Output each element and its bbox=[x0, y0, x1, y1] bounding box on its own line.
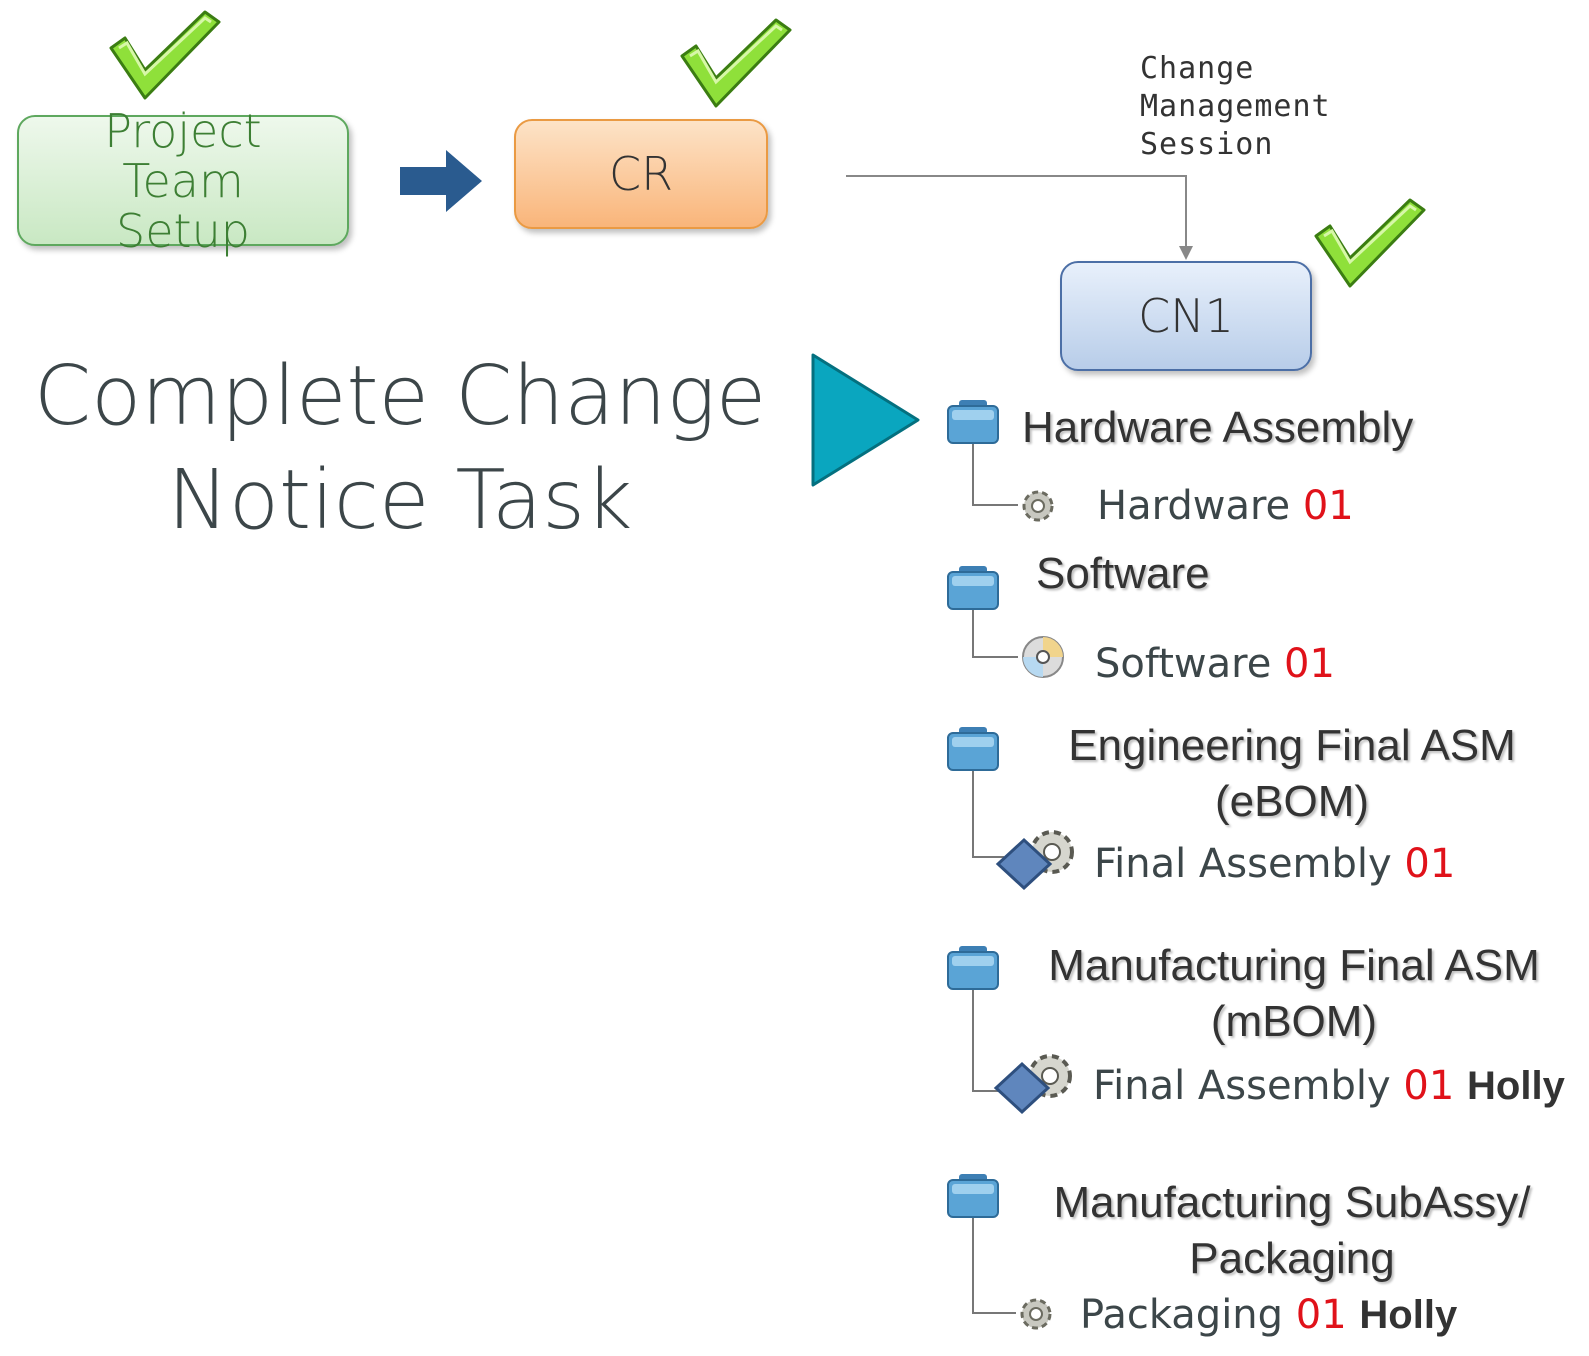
item-name: Software bbox=[1095, 641, 1272, 687]
tree-connector bbox=[972, 1218, 1016, 1314]
tree-item-label: Packaging 01 Holly bbox=[1080, 1291, 1457, 1339]
gear-icon bbox=[1022, 490, 1054, 522]
check-icon bbox=[1314, 198, 1426, 288]
assembly-icon bbox=[993, 1054, 1072, 1115]
tree-group-label: Software bbox=[1036, 549, 1210, 598]
item-revision: 01 bbox=[1403, 1063, 1455, 1109]
check-icon bbox=[680, 18, 792, 108]
tree-item-label: Software 01 bbox=[1095, 640, 1335, 688]
tree-connector bbox=[972, 610, 1018, 658]
item-revision: 01 bbox=[1404, 841, 1456, 887]
cn1-label: CN1 bbox=[1138, 289, 1234, 343]
check-icon bbox=[109, 10, 221, 100]
right-arrow-icon bbox=[400, 150, 482, 212]
item-name: Final Assembly bbox=[1093, 1063, 1391, 1109]
folder-icon bbox=[947, 727, 999, 771]
tree-item-label: Final Assembly 01 bbox=[1094, 840, 1455, 888]
item-name: Final Assembly bbox=[1094, 841, 1392, 887]
disc-icon bbox=[1022, 636, 1064, 678]
tree-group-label: Manufacturing Final ASM (mBOM) bbox=[1048, 941, 1540, 1046]
item-owner: Holly bbox=[1467, 1064, 1565, 1108]
connector-line bbox=[846, 175, 1193, 260]
task-title: Complete Change Notice Task bbox=[33, 349, 767, 548]
item-revision: 01 bbox=[1295, 1292, 1347, 1338]
play-icon bbox=[811, 353, 920, 487]
tree-group-label: Manufacturing SubAssy/ Packaging bbox=[1053, 1178, 1531, 1283]
project-team-setup-label: Project Team Setup bbox=[104, 103, 262, 258]
tree-connector bbox=[972, 771, 1004, 858]
tree-group-label: Engineering Final ASM (eBOM) bbox=[1068, 721, 1516, 826]
tree-connector bbox=[972, 990, 1002, 1092]
change-management-session-label: Change Management Session bbox=[1140, 51, 1331, 162]
assembly-icon bbox=[995, 830, 1074, 891]
cr-label: CR bbox=[608, 147, 674, 201]
gear-icon bbox=[1020, 1298, 1052, 1330]
tree-item-label: Hardware 01 bbox=[1097, 482, 1354, 530]
item-owner: Holly bbox=[1359, 1293, 1458, 1337]
item-revision: 01 bbox=[1302, 483, 1354, 529]
cn1-box: CN1 bbox=[1060, 261, 1312, 371]
folder-icon bbox=[947, 400, 999, 444]
tree-connector bbox=[972, 444, 1018, 506]
tree-item-label: Final Assembly 01 Holly bbox=[1093, 1062, 1565, 1110]
folder-icon bbox=[947, 946, 999, 990]
project-team-setup-box: Project Team Setup bbox=[17, 106, 349, 256]
tree-group-label: Hardware Assembly bbox=[1022, 403, 1414, 452]
item-name: Packaging bbox=[1080, 1292, 1284, 1338]
folder-icon bbox=[947, 1174, 999, 1218]
item-name: Hardware bbox=[1097, 483, 1291, 529]
cr-box: CR bbox=[514, 119, 768, 229]
item-revision: 01 bbox=[1284, 641, 1335, 687]
folder-icon bbox=[947, 566, 999, 610]
